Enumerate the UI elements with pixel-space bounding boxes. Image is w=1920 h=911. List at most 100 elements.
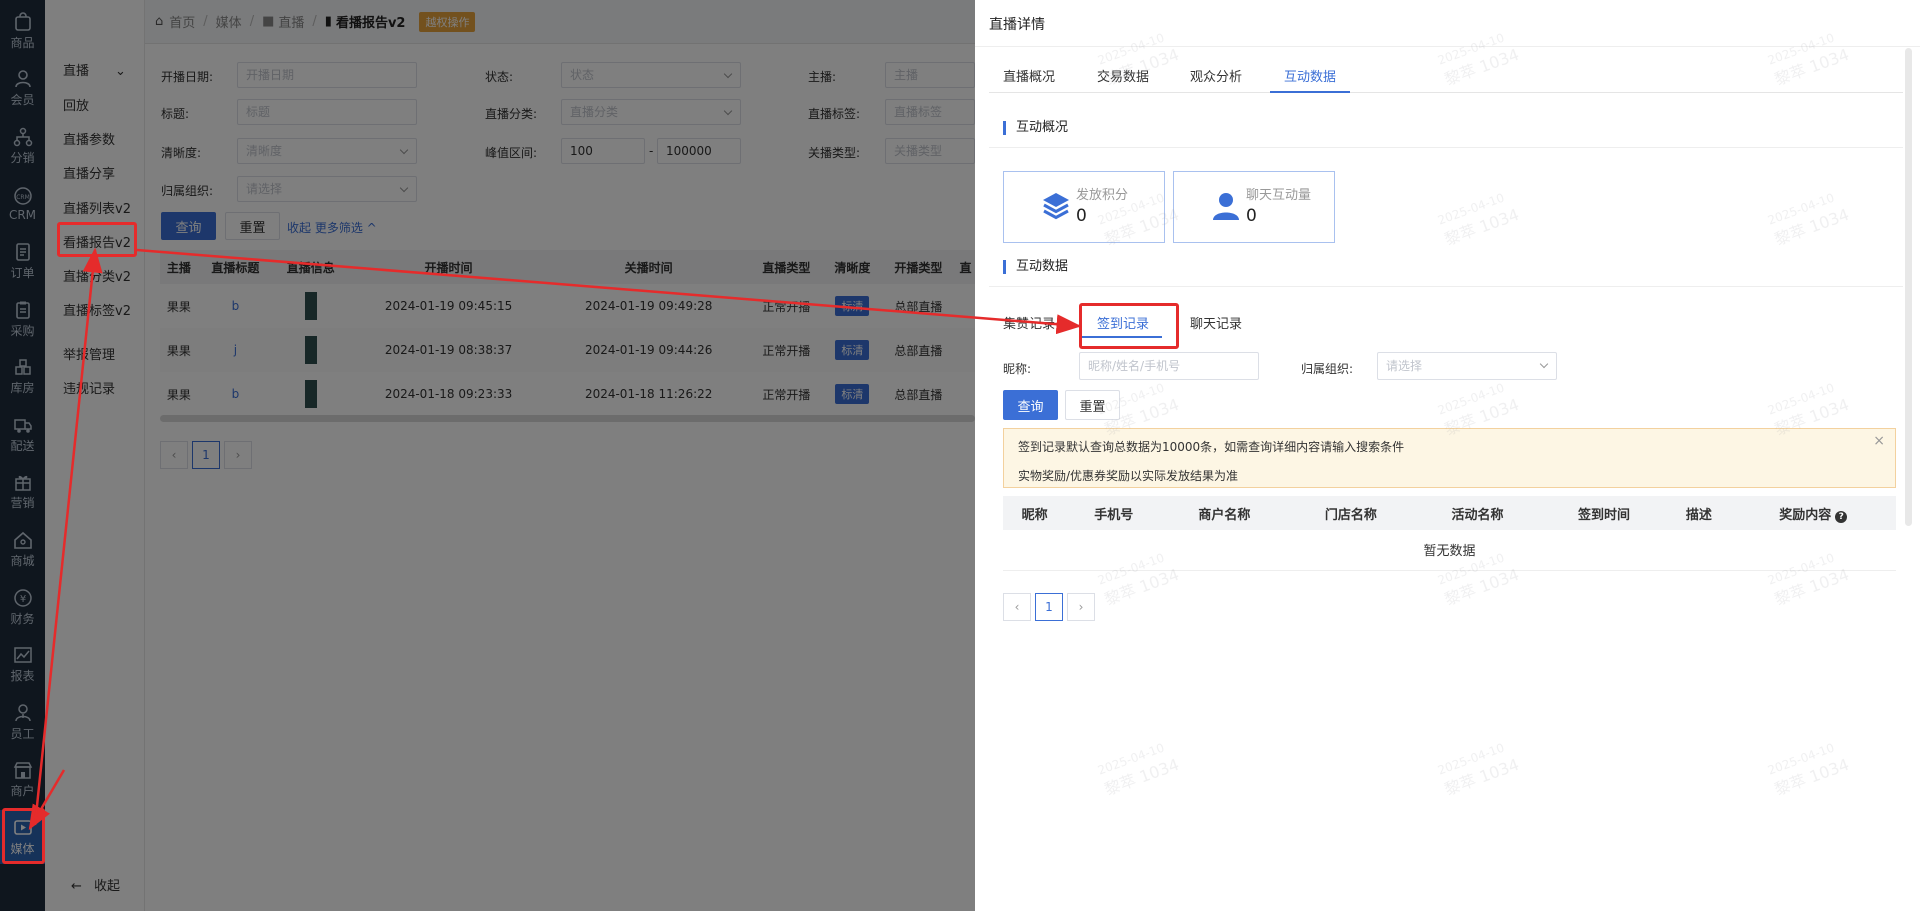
- tab-trade[interactable]: 交易数据: [1097, 66, 1149, 85]
- rail-item-14[interactable]: 媒体: [0, 810, 45, 865]
- submenu-item-live-category[interactable]: 直播分类v2: [63, 266, 131, 285]
- submenu-item-live-params[interactable]: 直播参数: [63, 129, 115, 148]
- page-1-button[interactable]: 1: [192, 441, 220, 469]
- subtab-checkin[interactable]: 签到记录: [1097, 313, 1149, 332]
- submenu-item-live-share[interactable]: 直播分享: [63, 163, 115, 182]
- toggle-filters-link[interactable]: 收起 更多筛选 ^: [287, 219, 377, 236]
- cell-type: 正常开播: [748, 328, 825, 372]
- help-icon[interactable]: ?: [1835, 510, 1848, 523]
- table-row[interactable]: 果果 b 2024-01-19 09:45:15 2024-01-19 09:49:2…: [160, 284, 975, 328]
- live-table-header: 关播时间: [548, 250, 749, 284]
- rail-item-label: 库房: [10, 381, 35, 396]
- vertical-scrollbar[interactable]: [1905, 48, 1912, 526]
- points-card: 发放积分 0: [1003, 171, 1165, 243]
- staff-icon: [14, 703, 31, 721]
- clarity-label: 清晰度:: [161, 146, 202, 160]
- rail-item-3[interactable]: CRM CRM: [0, 177, 45, 231]
- query-button[interactable]: 查询: [161, 212, 216, 240]
- table-row[interactable]: 果果 b 2024-01-18 09:23:33 2024-01-18 11:26:2…: [160, 372, 975, 416]
- checkin-table-header: 商户名称: [1161, 496, 1288, 530]
- cell-title: b: [231, 387, 240, 401]
- rail-item-8[interactable]: 营销: [0, 465, 45, 519]
- submenu-item-watch-report[interactable]: 看播报告v2: [63, 232, 131, 251]
- submenu-item-violations[interactable]: 违规记录: [63, 378, 115, 397]
- org-select[interactable]: 请选择: [237, 176, 417, 202]
- drawer-next-page-button[interactable]: ›: [1067, 593, 1095, 621]
- icon-rail: 商品会员分销 CRM CRM 订单 采购库房配送营销商城 ¥ 财务报表员工 商户媒体: [0, 0, 45, 911]
- tab-overview[interactable]: 直播概况: [1003, 66, 1055, 85]
- cell-title: b: [231, 299, 240, 313]
- rail-item-label: 媒体: [10, 841, 35, 856]
- yen-icon: ¥: [13, 588, 32, 607]
- rail-item-7[interactable]: 配送: [0, 407, 45, 461]
- table-row[interactable]: 果果 j 2024-01-19 08:38:37 2024-01-19 09:44:2…: [160, 328, 975, 372]
- submenu-item-report-manage[interactable]: 举报管理: [63, 344, 115, 363]
- cell-more: [956, 284, 975, 328]
- submenu-item-live-tag[interactable]: 直播标签v2: [63, 300, 131, 319]
- close-type-input[interactable]: 关播类型: [885, 138, 975, 164]
- breadcrumb-media[interactable]: 媒体: [216, 12, 242, 31]
- live-tag-label: 直播标签:: [808, 107, 861, 121]
- rail-item-0[interactable]: 商品: [0, 4, 45, 58]
- section-title-overview: 互动概况: [1003, 121, 1068, 135]
- drawer-org-select[interactable]: 请选择: [1377, 352, 1557, 380]
- close-type-label: 关播类型:: [808, 146, 861, 160]
- peak-dash: -: [649, 144, 654, 158]
- drawer-prev-page-button[interactable]: ‹: [1003, 593, 1031, 621]
- rail-item-label: 营销: [10, 496, 35, 511]
- title-input[interactable]: 标题: [237, 99, 417, 125]
- next-page-button[interactable]: ›: [224, 441, 252, 469]
- category-label: 直播分类:: [485, 107, 538, 121]
- submenu-item-replay[interactable]: 回放: [63, 95, 89, 114]
- drawer-reset-button[interactable]: 重置: [1065, 390, 1120, 420]
- tab-interaction[interactable]: 互动数据: [1284, 66, 1336, 85]
- rail-item-label: 报表: [10, 669, 35, 684]
- cell-more: [956, 328, 975, 372]
- live-tag-input[interactable]: 直播标签: [885, 99, 975, 125]
- live-detail-drawer: 直播详情 直播概况 交易数据 观众分析 互动数据 互动概况 发放积分 0 聊天互…: [975, 0, 1920, 911]
- horizontal-scrollbar[interactable]: [160, 415, 975, 422]
- rail-item-11[interactable]: 报表: [0, 638, 45, 692]
- checkin-table-header: 活动名称: [1414, 496, 1541, 530]
- submenu-item-live-list[interactable]: 直播列表v2: [63, 198, 131, 217]
- main-content: ⌂ 首页 / 媒体 / ■ 直播 / ▮ 看播报告v2 越权操作 开播日期: 开播日期 状…: [145, 0, 975, 911]
- drawer-page-1-button[interactable]: 1: [1035, 593, 1063, 621]
- clarity-select[interactable]: 清晰度: [237, 138, 417, 164]
- collapse-menu-button[interactable]: ← 收起: [71, 875, 120, 894]
- anchor-label: 主播:: [808, 70, 837, 84]
- rail-item-label: 会员: [10, 93, 35, 108]
- subtab-likes[interactable]: 集赞记录: [1003, 313, 1055, 332]
- rail-item-2[interactable]: 分销: [0, 119, 45, 173]
- nickname-input[interactable]: 昵称/姓名/手机号: [1079, 352, 1259, 380]
- peak-from-input[interactable]: 100: [561, 138, 645, 164]
- breadcrumb-home[interactable]: 首页: [169, 12, 195, 31]
- rail-item-1[interactable]: 会员: [0, 62, 45, 116]
- category-select[interactable]: 直播分类: [561, 99, 741, 125]
- rail-item-13[interactable]: 商户: [0, 753, 45, 807]
- subtab-chat[interactable]: 聊天记录: [1190, 313, 1242, 332]
- tab-active-indicator: [1270, 91, 1350, 93]
- rail-item-4[interactable]: 订单: [0, 234, 45, 288]
- checkin-table: 昵称 手机号 商户名称 门店名称 活动名称 签到时间 描述 奖励内容? 暂无数据: [1003, 496, 1896, 571]
- svg-text:¥: ¥: [19, 594, 25, 605]
- prev-page-button[interactable]: ‹: [160, 441, 188, 469]
- status-select[interactable]: 状态: [561, 62, 741, 88]
- tab-audience[interactable]: 观众分析: [1190, 66, 1242, 85]
- breadcrumb-live[interactable]: 直播: [278, 12, 304, 31]
- reset-button[interactable]: 重置: [225, 212, 280, 240]
- rail-item-10[interactable]: ¥ 财务: [0, 580, 45, 634]
- rail-item-12[interactable]: 员工: [0, 695, 45, 749]
- peak-to-input[interactable]: 100000: [657, 138, 741, 164]
- close-icon[interactable]: ×: [1873, 433, 1885, 449]
- rail-item-6[interactable]: 库房: [0, 350, 45, 404]
- cell-type: 正常开播: [762, 299, 811, 314]
- rail-item-9[interactable]: 商城: [0, 522, 45, 576]
- rail-item-5[interactable]: 采购: [0, 292, 45, 346]
- chat-card: 聊天互动量 0: [1173, 171, 1335, 243]
- drawer-query-button[interactable]: 查询: [1003, 390, 1058, 420]
- anchor-input[interactable]: 主播: [885, 62, 975, 88]
- warehouse-icon: [14, 359, 31, 375]
- live-table: 主播 直播标题 直播信息 开播时间 关播时间 直播类型 清晰度 开播类型直 果果 b 2024-0…: [160, 250, 975, 416]
- submenu-group-live[interactable]: 直播 ⌄: [63, 60, 126, 79]
- start-date-input[interactable]: 开播日期: [237, 62, 417, 88]
